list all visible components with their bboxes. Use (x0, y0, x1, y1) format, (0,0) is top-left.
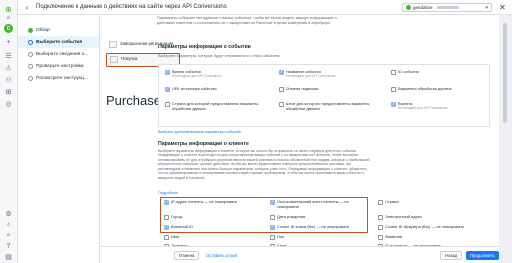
param-first-name[interactable]: Имя (164, 234, 264, 240)
checkbox-icon (165, 102, 170, 107)
checkbox-checked-icon: ✓ (279, 69, 284, 75)
event-params-title: Параметры информации о событии (158, 44, 251, 50)
globe-icon[interactable]: ◎ (4, 99, 13, 108)
param-dp-country[interactable]: Страна для которой предоставлены вариант… (165, 101, 275, 112)
feedback-link[interactable]: Оставить отзыв (202, 251, 242, 260)
checkbox-checked-icon: ✓ (391, 101, 396, 107)
plus-icon[interactable]: + (4, 38, 13, 47)
panel-icon[interactable]: ▤ (4, 252, 13, 261)
checkbox-icon (378, 215, 383, 220)
param-country[interactable]: Страна (378, 199, 478, 205)
scrollbar-thumb[interactable] (503, 23, 507, 123)
header-bar: ‹ Подключение к данным о действиях на са… (18, 0, 512, 15)
app-rail: ⊕ ⌕ C + ☰ ⚠ ⚇ ⊞ ◎ ⚙ ♁ ⌕ ? ▤ (0, 0, 18, 263)
param-dp-state[interactable]: Штат для которого предоставлены варианты… (279, 101, 387, 112)
param-fbp[interactable]: Cookie ID браузера (fbp) — не хешировать (378, 224, 488, 230)
checkbox-icon (378, 225, 383, 230)
close-icon[interactable]: ✕ (498, 3, 507, 12)
bell-icon[interactable]: ♁ (4, 220, 13, 229)
event-thumbnail-icon (109, 41, 117, 48)
back-button[interactable]: Назад (440, 251, 463, 260)
search-icon[interactable]: ⌕ (4, 14, 13, 23)
step-todo-icon (28, 75, 33, 81)
event-params-desc: Выберите параметры, которые будут отправ… (158, 54, 281, 58)
cancel-button[interactable]: Отмена (174, 251, 200, 260)
checkbox-icon (164, 235, 169, 240)
account-name: gendaline (413, 5, 433, 10)
continue-button[interactable]: Продолжить (466, 251, 499, 260)
checkbox-icon (391, 70, 396, 75)
step-todo-icon (28, 63, 33, 69)
checkbox-checked-icon: ✓ (165, 86, 170, 92)
footer-bar: Отмена Оставить отзыв Назад Продолжить (100, 246, 499, 263)
checkbox-icon (378, 200, 383, 205)
checkbox-icon (279, 87, 284, 92)
step-choose-details[interactable]: Выберите сведения о... (18, 48, 99, 60)
avatar[interactable]: C (4, 24, 13, 33)
intro-text: Параметры собирают метаданные о ваших со… (157, 16, 337, 25)
param-last-name[interactable]: Фамилия (378, 234, 478, 240)
account-icon (406, 5, 411, 10)
back-arrow-icon[interactable]: ‹ (22, 2, 32, 12)
param-currency[interactable]: ✓ Валюта Необходимо для API Conversions (391, 101, 481, 111)
more-event-params-link[interactable]: Выбрать дополнительные параметры событий (158, 130, 241, 134)
help-icon[interactable]: ? (4, 242, 13, 251)
meta-logo-icon[interactable]: ⊕ (4, 5, 13, 14)
main-panel: Параметры собирают метаданные о ваших со… (100, 15, 499, 263)
step-todo-icon (28, 51, 33, 57)
event-thumbnail-icon (110, 56, 118, 63)
chevron-down-icon: ▾ (485, 4, 488, 11)
page-title: Подключение к данным о действиях на сайт… (36, 4, 227, 10)
scrollbar[interactable] (499, 15, 512, 263)
param-event-id[interactable]: ID события (391, 69, 481, 75)
learn-more-link[interactable]: Подробнее (158, 191, 178, 195)
steps-sidebar: Обзор Выберите события Выберите сведения… (18, 15, 100, 263)
checkbox-icon (270, 235, 275, 240)
checkbox-icon (391, 87, 396, 92)
param-event-name[interactable]: ✓ Название события Необходимо для API Con… (279, 69, 379, 79)
checkbox-icon (378, 235, 383, 240)
search-small-icon[interactable]: ⌕ (4, 231, 13, 240)
step-review-settings[interactable]: Проверьте настройки (18, 60, 99, 72)
account-id-redacted (436, 6, 459, 9)
event-params-card: ✓ Время события Необходимо для API Conver… (158, 64, 490, 127)
checkbox-icon (279, 102, 284, 107)
step-done-icon (28, 27, 33, 33)
param-event-time[interactable]: ✓ Время события Необходимо для API Conver… (165, 69, 265, 79)
param-email[interactable]: Электронный адрес (378, 214, 478, 220)
highlight-box (160, 197, 368, 233)
step-choose-events[interactable]: Выберите события (18, 36, 99, 48)
param-opt-out[interactable]: Отмена подписки (279, 86, 379, 92)
param-data-processing[interactable]: Варианты обработки данных (391, 86, 481, 92)
param-gender[interactable]: Пол (270, 234, 370, 240)
customer-params-title: Параметры информации о клиенте (158, 141, 249, 147)
param-source-url[interactable]: ✓ URL источника события (165, 86, 265, 92)
step-view-instructions[interactable]: Посмотрите инструкц... (18, 72, 99, 84)
selected-event-heading: Purchase (106, 93, 161, 108)
warning-icon[interactable]: ⚠ (4, 63, 13, 72)
nodes-icon[interactable]: ⚇ (4, 75, 13, 84)
checkbox-checked-icon: ✓ (165, 69, 170, 75)
customer-params-desc: Выберите параметры информации о клиенте,… (158, 149, 370, 180)
step-current-icon (28, 39, 33, 45)
step-overview[interactable]: Обзор (18, 24, 99, 36)
gear-icon[interactable]: ⚙ (4, 209, 13, 218)
list-icon[interactable]: ☰ (4, 51, 13, 60)
account-selector[interactable]: gendaline ▾ (402, 3, 492, 12)
grid-icon[interactable]: ⊞ (4, 87, 13, 96)
